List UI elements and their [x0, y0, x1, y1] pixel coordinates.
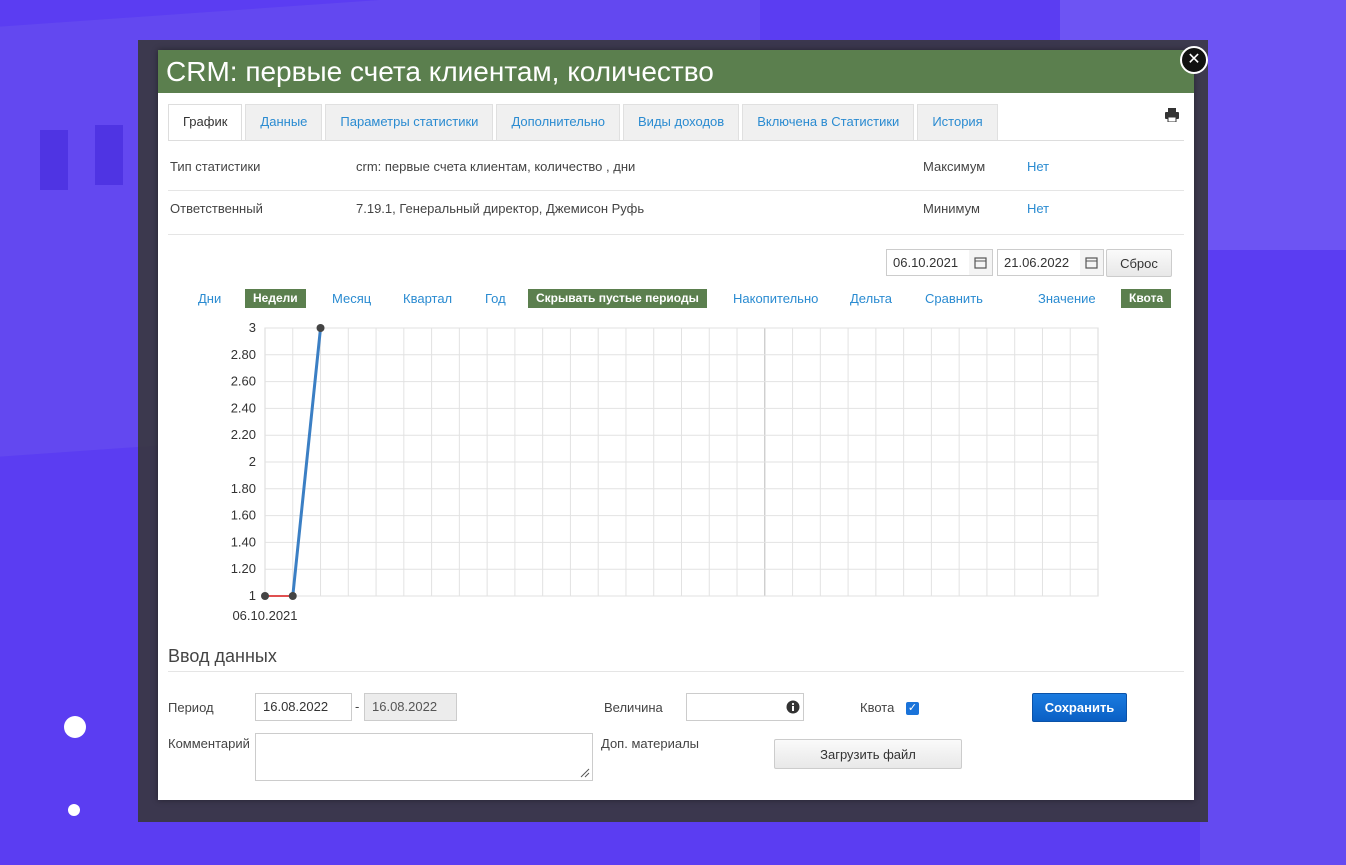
comment-label: Комментарий: [168, 736, 250, 751]
min-label: Минимум: [923, 201, 980, 216]
quota-checkbox[interactable]: ✓: [906, 702, 919, 715]
modal-title: CRM: первые счета клиентам, количество: [158, 50, 1194, 93]
stat-type-value: crm: первые счета клиентам, количество ,…: [356, 159, 636, 174]
tab-bar: График Данные Параметры статистики Допол…: [168, 104, 1001, 140]
owner-value: 7.19.1, Генеральный директор, Джемисон Р…: [356, 201, 645, 216]
value-label: Величина: [604, 700, 663, 715]
tab-data[interactable]: Данные: [245, 104, 323, 140]
quota-toggle[interactable]: Квота: [1121, 289, 1172, 308]
divider: [168, 671, 1184, 672]
x-axis-ticks: 06.10.2021: [232, 608, 297, 623]
period-weeks-toggle[interactable]: Недели: [245, 289, 306, 308]
period-dash: -: [355, 699, 360, 714]
value-link[interactable]: Значение: [1038, 291, 1096, 306]
data-entry-title: Ввод данных: [168, 646, 277, 666]
extra-materials-label: Доп. материалы: [601, 736, 700, 751]
tab-statistics-params[interactable]: Параметры статистики: [325, 104, 494, 140]
resize-handle-icon[interactable]: [580, 768, 590, 778]
y-tick-label: 1: [249, 588, 256, 603]
y-tick-label: 1.80: [231, 481, 256, 496]
tabs-divider: [168, 140, 1184, 141]
y-tick-label: 2.20: [231, 427, 256, 442]
compare-link[interactable]: Сравнить: [925, 291, 983, 306]
quota-label: Квота: [860, 700, 895, 715]
range-to-input[interactable]: 21.06.2022: [997, 249, 1081, 276]
y-tick-label: 2.60: [231, 374, 256, 389]
data-point: [288, 592, 297, 600]
close-icon[interactable]: ✕: [1180, 46, 1208, 74]
chart-grid: [264, 327, 1099, 597]
calendar-icon[interactable]: [969, 249, 993, 276]
data-point: [316, 324, 325, 332]
period-month-link[interactable]: Месяц: [332, 291, 371, 306]
background-dot: [68, 804, 80, 816]
background-dot: [64, 716, 86, 738]
save-button[interactable]: Сохранить: [1032, 693, 1127, 722]
background-paper: [1200, 500, 1346, 865]
period-year-link[interactable]: Год: [485, 291, 506, 306]
tab-graph[interactable]: График: [168, 104, 243, 140]
tab-additional[interactable]: Дополнительно: [496, 104, 621, 140]
printer-icon[interactable]: [1164, 108, 1180, 122]
y-tick-label: 2.80: [231, 347, 256, 362]
background-bar: [95, 125, 123, 185]
tab-income-types[interactable]: Виды доходов: [623, 104, 740, 140]
y-tick-label: 1.20: [231, 561, 256, 576]
period-from-input[interactable]: 16.08.2022: [255, 693, 352, 721]
statistics-modal: CRM: первые счета клиентам, количество Г…: [158, 50, 1194, 800]
data-point: [261, 592, 269, 600]
owner-label: Ответственный: [170, 201, 263, 216]
tab-included-in-statistics[interactable]: Включена в Статистики: [742, 104, 915, 140]
y-tick-label: 3: [249, 320, 256, 335]
info-icon[interactable]: [786, 700, 800, 714]
period-days-link[interactable]: Дни: [198, 291, 221, 306]
reset-button[interactable]: Сброс: [1106, 249, 1172, 277]
max-label: Максимум: [923, 159, 986, 174]
stat-type-label: Тип статистики: [170, 159, 261, 174]
background-bar: [40, 130, 68, 190]
upload-file-button[interactable]: Загрузить файл: [774, 739, 962, 769]
divider: [168, 190, 1184, 191]
hide-empty-periods-toggle[interactable]: Скрывать пустые периоды: [528, 289, 707, 308]
period-quarter-link[interactable]: Квартал: [403, 291, 452, 306]
x-tick-label: 06.10.2021: [232, 608, 297, 623]
period-to-input: 16.08.2022: [364, 693, 457, 721]
range-from-input[interactable]: 06.10.2021: [886, 249, 970, 276]
y-tick-label: 1.40: [231, 534, 256, 549]
max-value-link[interactable]: Нет: [1027, 159, 1049, 174]
y-tick-label: 1.60: [231, 508, 256, 523]
tab-history[interactable]: История: [917, 104, 998, 140]
divider: [168, 234, 1184, 235]
comment-textarea[interactable]: [255, 733, 593, 781]
statistics-line-chart: 1 1.20 1.40 1.60 1.80 2 2.20 2.40 2.60 2.80 3 06.1…: [231, 320, 1099, 623]
y-axis-ticks: 1 1.20 1.40 1.60 1.80 2 2.20 2.40 2.60 2.80 3: [231, 320, 256, 603]
y-tick-label: 2: [249, 454, 256, 469]
y-tick-label: 2.40: [231, 400, 256, 415]
cumulative-link[interactable]: Накопительно: [733, 291, 818, 306]
calendar-icon[interactable]: [1080, 249, 1104, 276]
min-value-link[interactable]: Нет: [1027, 201, 1049, 216]
delta-link[interactable]: Дельта: [850, 291, 892, 306]
period-label: Период: [168, 700, 214, 715]
